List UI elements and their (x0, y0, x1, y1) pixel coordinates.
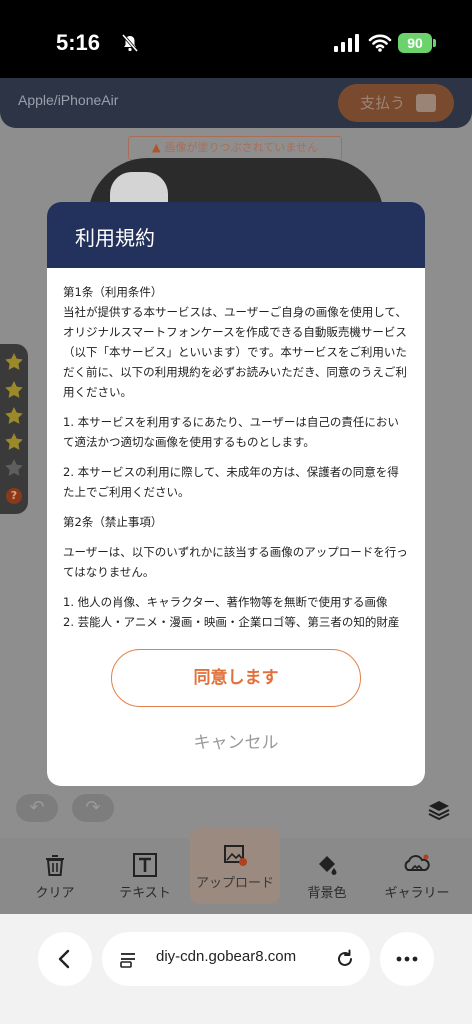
modal-overlay: 利用規約 第1条（利用条件） 当社が提供する本サービスは、ユーザーご自身の画像を… (0, 0, 472, 914)
terms-modal: 利用規約 第1条（利用条件） 当社が提供する本サービスは、ユーザーご自身の画像を… (47, 202, 425, 786)
terms-paragraph: ユーザーは、以下のいずれかに該当する画像のアップロードを行ってはなりません。 (63, 545, 408, 579)
agree-button[interactable]: 同意します (111, 649, 361, 707)
terms-paragraph: 1. 本サービスを利用するにあたり、ユーザーは自己の責任において適法かつ適切な画… (63, 415, 399, 449)
ellipsis-icon (396, 956, 418, 962)
more-options-button[interactable] (380, 932, 434, 986)
reload-icon[interactable] (334, 948, 356, 970)
chevron-left-icon (58, 949, 70, 969)
terms-paragraph: 第2条（禁止事項） (63, 515, 163, 529)
back-button[interactable] (38, 932, 92, 986)
cancel-button[interactable]: キャンセル (47, 730, 425, 756)
terms-paragraph: 第1条（利用条件） 当社が提供する本サービスは、ユーザーご自身の画像を使用して、… (63, 285, 407, 399)
terms-paragraph: 2. 本サービスの利用に際して、未成年の方は、保護者の同意を得た上でご利用くださ… (63, 465, 399, 499)
modal-title: 利用規約 (47, 202, 425, 268)
terms-content[interactable]: 第1条（利用条件） 当社が提供する本サービスは、ユーザーご自身の画像を使用して、… (47, 268, 425, 632)
address-bar[interactable]: diy-cdn.gobear8.com (102, 932, 370, 986)
browser-toolbar: diy-cdn.gobear8.com (0, 914, 472, 1024)
url-text: diy-cdn.gobear8.com (156, 948, 297, 965)
terms-paragraph: 1. 他人の肖像、キャラクター、著作物等を無断で使用する画像 2. 芸能人・アニ… (63, 595, 400, 629)
page-settings-icon (120, 953, 135, 968)
